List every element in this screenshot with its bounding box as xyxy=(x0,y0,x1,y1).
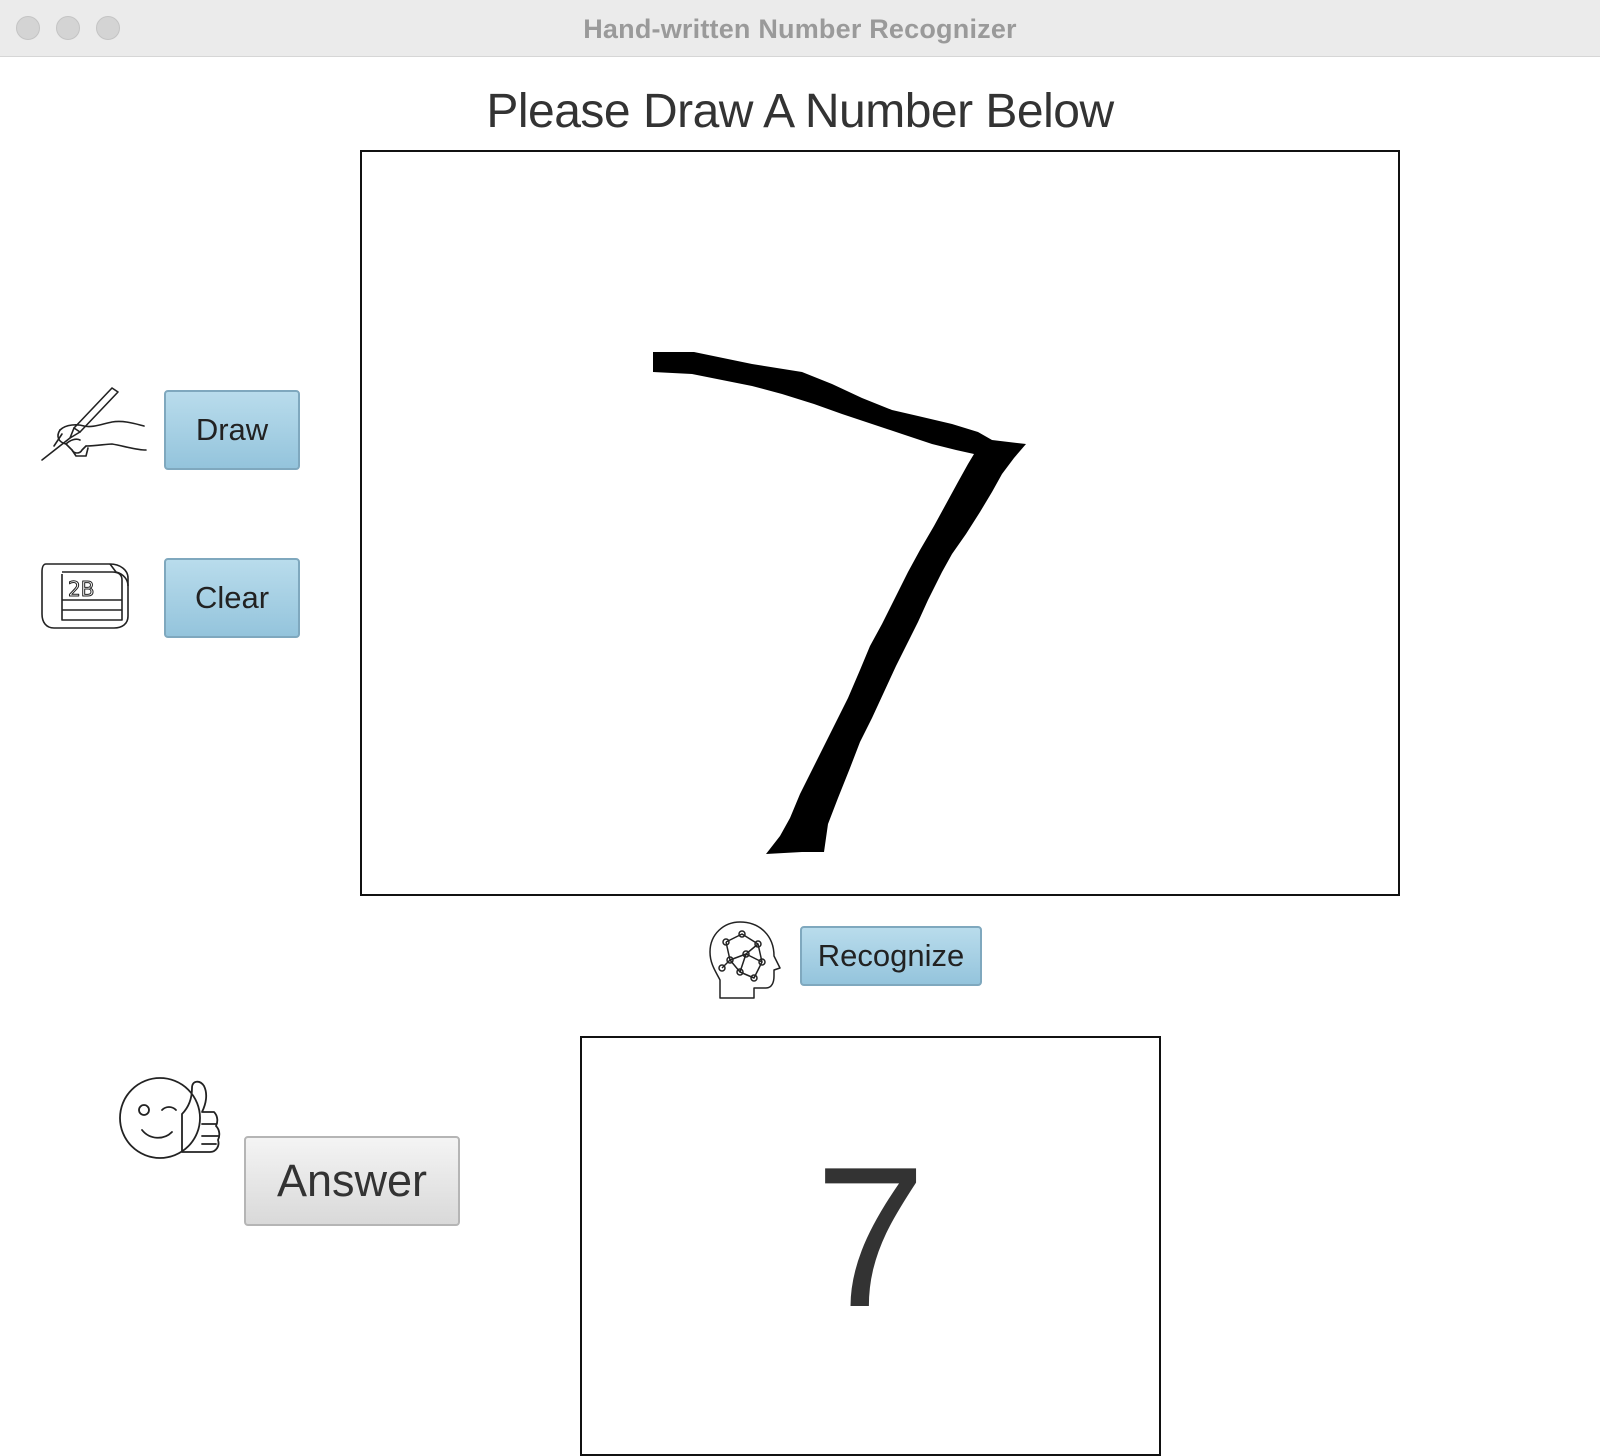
title-bar: Hand-written Number Recognizer xyxy=(0,0,1600,57)
pencil-hand-icon xyxy=(41,387,147,461)
brain-head-icon xyxy=(709,921,781,999)
clear-button[interactable]: Clear xyxy=(164,558,300,638)
recognized-digit: 7 xyxy=(814,1126,927,1349)
draw-button[interactable]: Draw xyxy=(164,390,300,470)
svg-text:2B: 2B xyxy=(68,577,94,601)
recognize-button[interactable]: Recognize xyxy=(800,926,982,986)
drawing-canvas[interactable] xyxy=(360,150,1400,896)
handwritten-seven-stroke xyxy=(653,352,1026,854)
answer-button[interactable]: Answer xyxy=(244,1136,460,1226)
page-heading: Please Draw A Number Below xyxy=(486,85,1114,138)
eraser-icon: 2B xyxy=(41,563,129,629)
thumbs-up-face-icon xyxy=(119,1077,221,1159)
answer-display: 7 xyxy=(580,1036,1161,1456)
window-title: Hand-written Number Recognizer xyxy=(583,14,1017,44)
